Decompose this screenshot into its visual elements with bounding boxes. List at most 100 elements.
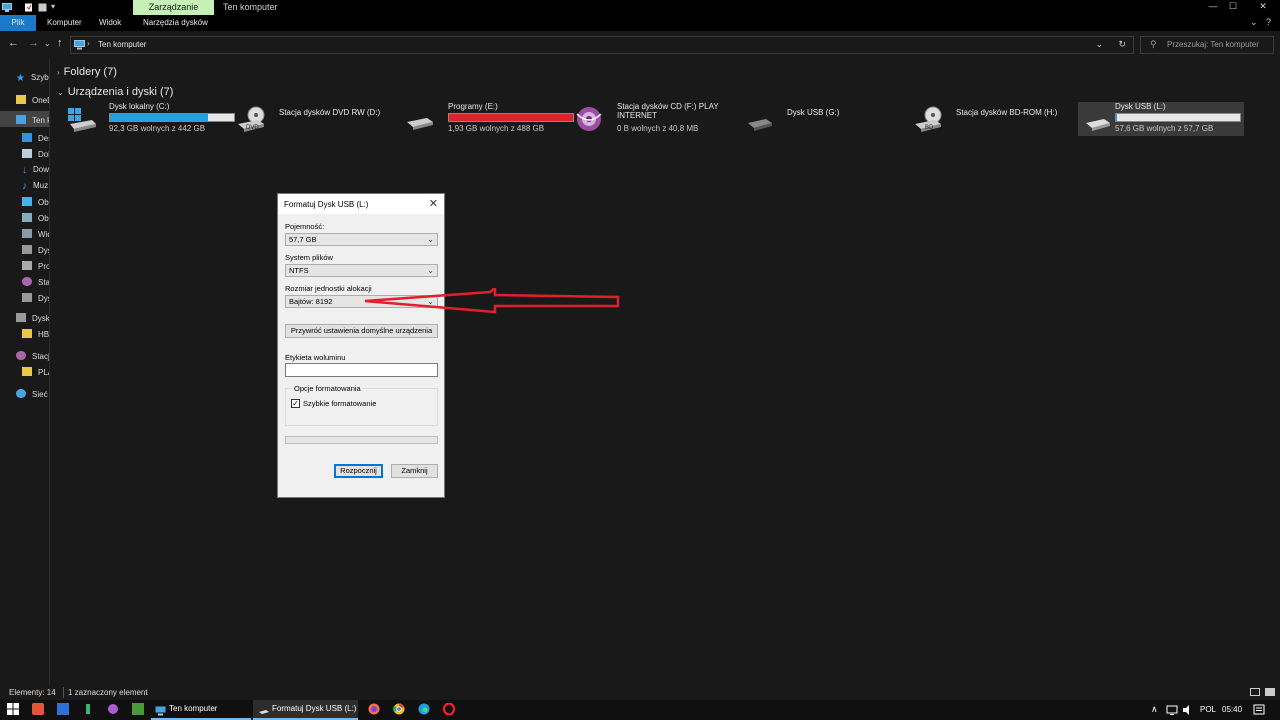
drive-name: Stacja dysków CD (F:) PLAY INTERNET [617,102,719,120]
edge-icon[interactable] [418,703,432,717]
nav-item-usb-l[interactable]: Dysk [16,313,50,323]
close-window-button[interactable]: ✕ [1250,0,1276,15]
drive-tile-g[interactable]: Dysk USB (G:) [740,102,908,136]
navigation-bar: ← → ⌄ ↑ › Ten komputer ⌄ ↻ ⚲ Przeszukaj:… [0,31,1280,59]
language-indicator[interactable]: POL [1200,705,1216,714]
tray-overflow-icon[interactable]: ∧ [1151,704,1158,715]
drive-usage-fill [449,114,573,121]
volume-label-input[interactable] [285,363,438,377]
details-view-icon[interactable] [1250,688,1260,696]
tab-narzedzia-dyskow[interactable]: Narzędzia dysków [143,15,208,31]
nav-item-label: Dysk [32,314,50,323]
properties-icon[interactable] [24,3,33,12]
nav-item-pictures[interactable]: Obra [22,213,49,223]
tab-komputer[interactable]: Komputer [47,15,82,31]
app-icon-3[interactable] [82,703,96,717]
back-icon[interactable]: ← [8,37,19,49]
clock[interactable]: 05:40 [1222,705,1242,714]
nav-item-hbf-folder[interactable]: HBF [22,329,49,339]
nav-item-play-folder[interactable]: PLA [22,367,49,377]
disc-icon [574,106,604,132]
nav-item-drive-c[interactable]: Dysk [22,245,49,255]
nav-item-label: Ten k [32,116,50,125]
taskbar-window-label: Ten komputer [169,704,218,713]
tiles-view-icon[interactable] [1265,688,1275,696]
nav-item-quick-access[interactable]: ★ Szybk [16,73,49,84]
drive-tile-f[interactable]: Stacja dysków CD (F:) PLAY INTERNET 0 B … [570,102,738,136]
nav-item-label: Dow [33,165,50,174]
documents-icon [22,149,32,158]
refresh-icon[interactable]: ↻ [1118,39,1126,50]
chevron-down-icon: ⌄ [427,266,434,275]
expand-ribbon-icon[interactable]: ⌄ [1250,17,1258,28]
drive-usage-bar [1115,113,1241,122]
help-icon[interactable]: ? [1266,17,1271,27]
folder-icon [16,95,26,104]
taskbar-window-explorer[interactable]: Ten komputer [151,700,251,720]
filesystem-select[interactable]: NTFS ⌄ [285,264,438,277]
breadcrumb-chevron-icon: › [87,39,90,48]
drive-tile-d[interactable]: DVD Stacja dysków DVD RW (D:) [232,102,400,136]
nav-item-cd-drive[interactable]: Stac [22,277,49,287]
tab-plik[interactable]: Plik [0,15,36,31]
nav-item-network[interactable]: Sieć [16,389,48,399]
volume-tray-icon[interactable] [1182,704,1196,718]
forward-icon[interactable]: → [28,37,39,49]
tab-widok[interactable]: Widok [99,15,121,31]
drive-icon [22,245,32,254]
window-title: Ten komputer [223,2,278,12]
address-bar[interactable]: › Ten komputer ⌄ ↻ [70,36,1134,54]
nav-item-videos[interactable]: Wide [22,229,49,239]
chrome-icon[interactable] [393,703,407,717]
desktop-icon [22,133,32,142]
recent-dropdown-icon[interactable]: ⌄ [44,39,51,48]
nav-item-3d-objects[interactable]: Obie [22,197,49,207]
app-icon-4[interactable] [107,703,121,717]
start-icon[interactable] [7,703,21,717]
drive-tile-l[interactable]: Dysk USB (L:) 57,6 GB wolnych z 57,7 GB [1078,102,1244,136]
capacity-select[interactable]: 57,7 GB ⌄ [285,233,438,246]
nav-item-documents[interactable]: Doku [22,149,49,159]
group-devices[interactable]: ⌄ Urządzenia i dyski (7) [57,86,173,98]
dialog-title-bar[interactable]: Formatuj Dysk USB (L:) ✕ [278,194,444,214]
firefox-icon[interactable] [368,703,382,717]
nav-item-label: Dysk [38,294,49,303]
nav-item-music[interactable]: ♪ Muz [22,181,49,192]
format-options-label: Opcje formatowania [292,384,363,393]
drive-tile-e[interactable]: Programy (E:) 1,93 GB wolnych z 488 GB [401,102,574,136]
group-folders[interactable]: › Foldery (7) [57,66,117,78]
quick-access-dropdown-icon[interactable]: ▾ [51,2,60,11]
nav-item-usb-g[interactable]: Dysk [22,293,49,303]
context-tab-manage[interactable]: Zarządzanie [133,0,214,15]
search-input[interactable]: ⚲ Przeszukaj: Ten komputer [1140,36,1274,54]
dialog-close-icon[interactable]: ✕ [429,197,438,210]
nav-item-desktop[interactable]: Desk [22,133,49,143]
new-folder-icon[interactable] [38,3,47,12]
nav-item-this-pc[interactable]: Ten k [16,115,50,125]
drive-free-space: 92,3 GB wolnych z 442 GB [109,124,206,133]
nav-item-downloads[interactable]: ↓ Dow [22,165,50,176]
app-icon-5[interactable] [132,703,146,717]
drive-tile-h[interactable]: BD Stacja dysków BD-ROM (H:) [909,102,1077,136]
nav-item-label: Obie [38,198,49,207]
quick-format-checkbox[interactable]: ✓ [291,399,300,408]
start-button[interactable]: Rozpocznij [334,464,383,478]
restore-defaults-button[interactable]: Przywróć ustawienia domyślne urządzenia [285,324,438,338]
nav-item-cd-play[interactable]: Stacja [16,351,49,361]
notifications-icon[interactable] [1253,704,1267,718]
maximize-button[interactable]: ☐ [1220,0,1246,15]
up-icon[interactable]: ↑ [57,37,63,49]
address-dropdown-icon[interactable]: ⌄ [1095,39,1103,50]
opera-icon[interactable] [442,702,457,717]
breadcrumb[interactable]: Ten komputer [98,40,146,49]
drive-tile-c[interactable]: Dysk lokalny (C:) 92,3 GB wolnych z 442 … [62,102,235,136]
app-icon-2[interactable] [57,703,71,717]
nav-item-onedrive[interactable]: OneD [16,95,49,105]
app-icon-1[interactable] [32,703,46,717]
taskbar-window-format[interactable]: Formatuj Dysk USB (L:) [253,700,358,720]
close-button[interactable]: Zamknij [391,464,438,478]
nav-item-label: Muz [33,181,49,190]
network-tray-icon[interactable] [1166,704,1180,718]
capacity-label: Pojemność: [285,222,325,231]
nav-item-drive-e[interactable]: Prog [22,261,49,271]
